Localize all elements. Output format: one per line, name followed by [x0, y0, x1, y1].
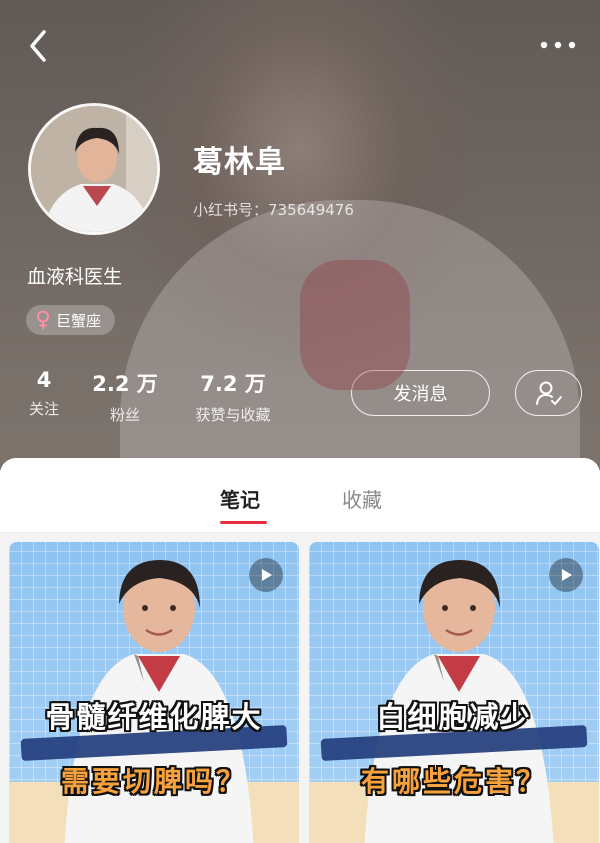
stat-following-label: 关注 [28, 400, 59, 418]
stat-followers-value: 2.2 万 [92, 372, 158, 396]
stat-following[interactable]: 4 关注 [26, 368, 62, 419]
stat-followers[interactable]: 2.2 万 粉丝 [88, 368, 162, 425]
back-icon [30, 30, 46, 62]
note-title-line1: 白细胞减少 [376, 700, 532, 734]
xhs-id: 小红书号：735649476 [193, 201, 354, 219]
note-card[interactable]: 骨髓纤维化脾大 需要切脾吗？ [9, 542, 299, 843]
play-icon [562, 569, 572, 581]
tab-collections[interactable]: 收藏 [342, 484, 382, 513]
video-badge [549, 558, 583, 592]
zodiac-tag: 巨蟹座 [26, 305, 116, 335]
follow-button[interactable] [515, 370, 582, 416]
note-title-line2: 需要切脾吗？ [60, 765, 247, 798]
active-tab-indicator [220, 521, 267, 524]
more-button[interactable] [538, 30, 578, 60]
stat-following-value: 4 [36, 368, 52, 392]
back-button[interactable] [22, 26, 58, 66]
more-icon [540, 41, 576, 49]
content-sheet: 笔记 收藏 骨髓纤维化脾大 需要切脾吗？ 白细胞减少 有哪些危害？ [0, 458, 600, 843]
message-button[interactable]: 发消息 [351, 370, 490, 416]
play-icon [262, 569, 272, 581]
stat-likes[interactable]: 7.2 万 获赞与收藏 [182, 368, 284, 425]
note-card[interactable]: 白细胞减少 有哪些危害？ [309, 542, 599, 843]
stat-followers-label: 粉丝 [109, 406, 140, 424]
avatar[interactable] [28, 103, 160, 235]
stat-likes-value: 7.2 万 [200, 372, 266, 396]
female-icon [37, 310, 49, 329]
video-badge [249, 558, 283, 592]
zodiac-label: 巨蟹座 [56, 311, 102, 330]
profile-bio: 血液科医生 [27, 266, 123, 288]
follow-user-icon [535, 381, 562, 405]
profile-name: 葛林阜 [193, 145, 286, 180]
stat-likes-label: 获赞与收藏 [195, 406, 271, 424]
profile-cover: 葛林阜 小红书号：735649476 血液科医生 巨蟹座 4 关注 2.2 万 … [0, 0, 600, 470]
tab-notes[interactable]: 笔记 [220, 484, 260, 513]
note-title-line2: 有哪些危害？ [360, 765, 547, 798]
note-title-line1: 骨髓纤维化脾大 [45, 700, 263, 734]
